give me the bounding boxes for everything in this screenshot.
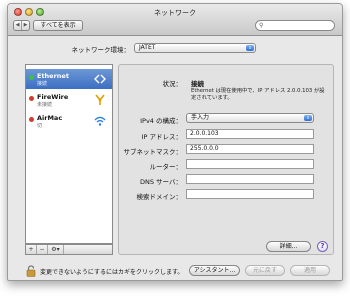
status-description: Ethernet は現在使用中で、IP アドレス 2.0.0.103 が設定され…: [191, 88, 325, 101]
service-name: AirMac: [37, 114, 63, 122]
service-status: 接続: [37, 81, 48, 87]
service-status: 切: [37, 123, 43, 129]
location-popup[interactable]: JATET ⇕: [134, 43, 256, 53]
window-title: ネットワーク: [154, 9, 196, 17]
router-label: ルーター：: [149, 163, 183, 171]
dns-server-field[interactable]: [186, 174, 314, 184]
ipv4-config-popup[interactable]: 手入力 ⇕: [186, 113, 314, 123]
status-label: 状況：: [162, 80, 183, 88]
service-status: 未接続: [37, 102, 53, 108]
ip-address-label: IP アドレス：: [141, 133, 182, 141]
assistant-button[interactable]: アシスタント...: [189, 265, 240, 276]
subnet-mask-label: サブネットマスク：: [123, 148, 183, 156]
gear-icon[interactable]: ⚙▾: [48, 245, 64, 254]
subnet-mask-field[interactable]: 255.0.0.0: [186, 144, 314, 154]
search-domain-label: 検索ドメイン：: [136, 193, 183, 201]
location-value: JATET: [139, 44, 156, 51]
network-preferences-window: ネットワーク ◀ ▶ すべてを表示 ⚲ ネットワーク環境： JATET ⇕ Et…: [7, 3, 343, 281]
ipv4-config-label: IPv4 の構成：: [140, 117, 182, 125]
remove-service-button[interactable]: −: [37, 245, 48, 254]
show-all-button[interactable]: すべてを表示: [33, 20, 83, 31]
status-dot: [29, 117, 34, 122]
location-row: ネットワーク環境： JATET ⇕: [8, 42, 342, 54]
popup-arrows-icon: ⇕: [304, 115, 312, 121]
status-dot: [29, 75, 34, 80]
service-list-toolbar: + − ⚙▾: [25, 244, 113, 255]
location-label: ネットワーク環境：: [71, 46, 131, 54]
service-item-ethernet[interactable]: Ethernet 接続: [26, 69, 112, 89]
title-bar: ネットワーク ◀ ▶ すべてを表示 ⚲: [8, 4, 342, 36]
arrows-icon: [94, 74, 106, 84]
wifi-icon: [94, 116, 106, 126]
lock-icon[interactable]: [26, 265, 36, 277]
service-name: Ethernet: [37, 72, 69, 80]
apply-button[interactable]: 適用: [290, 265, 330, 276]
forward-arrow-icon[interactable]: ▶: [21, 21, 29, 30]
router-field[interactable]: [186, 159, 314, 169]
advanced-button[interactable]: 詳細...: [266, 241, 311, 252]
lock-hint-text: 変更できないようにするにはカギをクリックします。: [40, 269, 184, 276]
help-icon[interactable]: ?: [317, 241, 328, 252]
back-arrow-icon[interactable]: ◀: [14, 21, 21, 30]
add-service-button[interactable]: +: [26, 245, 37, 254]
dns-server-label: DNS サーバ：: [140, 178, 182, 186]
service-item-airmac[interactable]: AirMac 切: [26, 111, 112, 131]
search-domain-field[interactable]: [186, 189, 314, 199]
revert-button[interactable]: 元に戻す: [245, 265, 285, 276]
service-item-firewire[interactable]: FireWire 未接続: [26, 90, 112, 110]
status-dot: [29, 96, 34, 101]
popup-arrows-icon: ⇕: [246, 45, 254, 51]
search-field[interactable]: ⚲: [255, 20, 335, 31]
firewire-icon: [95, 94, 105, 105]
service-name: FireWire: [37, 93, 69, 101]
status-value: 接続: [191, 80, 204, 88]
ipv4-config-value: 手入力: [191, 114, 210, 121]
service-list: Ethernet 接続 FireWire 未接続 AirMac 切: [25, 64, 113, 244]
search-icon: ⚲: [259, 22, 264, 29]
ip-address-field[interactable]: 2.0.0.103: [186, 129, 314, 139]
footer-bar: 変更できないようにするにはカギをクリックします。 アシスタント... 元に戻す …: [8, 260, 342, 280]
service-detail-panel: 状況： 接続 Ethernet は現在使用中で、IP アドレス 2.0.0.10…: [118, 64, 334, 255]
back-forward-control: ◀ ▶: [13, 20, 30, 31]
